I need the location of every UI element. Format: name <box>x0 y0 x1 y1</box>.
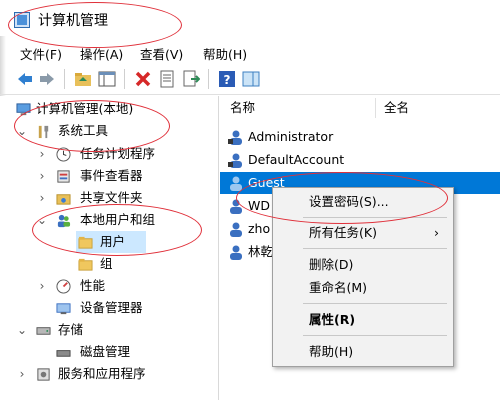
menu-item-all-tasks[interactable]: 所有任务(K) › <box>273 222 453 244</box>
clock-icon <box>56 147 71 162</box>
show-action-pane-icon[interactable] <box>242 70 260 88</box>
export-list-icon[interactable] <box>182 70 200 88</box>
tree-label-task-scheduler: 任务计划程序 <box>80 146 156 161</box>
menu-separator <box>303 217 447 218</box>
menu-separator <box>303 248 447 249</box>
toolbar-separator <box>64 69 65 89</box>
tree-label-local-users-groups: 本地用户和组 <box>80 212 156 227</box>
services-icon <box>37 368 50 381</box>
toolbar-separator <box>124 69 125 89</box>
console-tree: 计算机管理(本地) ⌄ 系统工具 › 任务计划程序 › 事件查看器 › 共享文件… <box>0 96 219 400</box>
user-name: WD <box>248 198 270 213</box>
user-icon <box>230 222 242 237</box>
tree-label-system-tools: 系统工具 <box>58 123 109 138</box>
column-header-fullname[interactable]: 全名 <box>384 96 409 120</box>
tree-label-storage: 存储 <box>58 322 84 337</box>
tree-item-local-users-groups[interactable]: ⌄ 本地用户和组 <box>0 209 218 231</box>
menu-item-set-password[interactable]: 设置密码(S)... <box>273 191 453 213</box>
list-item[interactable]: DefaultAccount <box>220 149 500 171</box>
show-hide-tree-icon[interactable] <box>98 70 116 88</box>
toolbar: ? <box>0 64 500 95</box>
chevron-right-icon[interactable]: › <box>16 363 28 385</box>
tree-item-services-apps[interactable]: › 服务和应用程序 <box>0 363 218 385</box>
user-name: DefaultAccount <box>248 152 345 167</box>
tree-label-performance: 性能 <box>80 278 106 293</box>
menu-bar: 文件(F) 操作(A) 查看(V) 帮助(H) <box>0 40 500 64</box>
chevron-right-icon[interactable]: › <box>36 275 48 297</box>
tools-icon <box>38 125 49 139</box>
folder-icon <box>78 258 93 271</box>
chevron-down-icon[interactable]: ⌄ <box>16 120 28 142</box>
users-group-icon <box>57 214 71 228</box>
user-name: Administrator <box>248 129 334 144</box>
tree-item-task-scheduler[interactable]: › 任务计划程序 <box>0 143 218 165</box>
tree-item-root[interactable]: 计算机管理(本地) <box>0 98 218 120</box>
forward-arrow-icon[interactable] <box>38 70 56 88</box>
menu-separator <box>303 335 447 336</box>
tree-item-storage[interactable]: ⌄ 存储 <box>0 319 218 341</box>
user-icon <box>230 199 242 214</box>
performance-icon <box>56 279 71 294</box>
event-viewer-icon <box>57 170 70 183</box>
column-divider[interactable] <box>375 98 376 118</box>
tree-label-event-viewer: 事件查看器 <box>80 168 143 183</box>
tree-item-users[interactable]: 用户 <box>76 231 146 253</box>
tree-item-shared-folders[interactable]: › 共享文件夹 <box>0 187 218 209</box>
delete-x-icon[interactable] <box>134 70 152 88</box>
window-title: 计算机管理 <box>38 13 108 29</box>
user-icon <box>230 176 242 191</box>
svg-text:?: ? <box>224 73 231 87</box>
chevron-right-icon: › <box>434 225 439 240</box>
chevron-right-icon[interactable]: › <box>36 187 48 209</box>
menu-item-properties[interactable]: 属性(R) <box>273 309 453 331</box>
menu-item-rename[interactable]: 重命名(M) <box>273 277 453 299</box>
computer-management-icon <box>16 103 31 116</box>
help-icon[interactable]: ? <box>218 70 236 88</box>
user-icon <box>228 130 242 145</box>
storage-icon <box>36 327 51 335</box>
tree-item-system-tools[interactable]: ⌄ 系统工具 <box>0 120 218 142</box>
menu-view[interactable]: 查看(V) <box>140 44 183 63</box>
list-item[interactable]: Administrator <box>220 126 500 148</box>
tree-label-device-manager: 设备管理器 <box>80 300 143 315</box>
user-icon <box>228 153 242 168</box>
column-header-name[interactable]: 名称 <box>230 96 255 120</box>
tree-label-users: 用户 <box>100 234 126 249</box>
computer-management-icon <box>14 12 30 28</box>
chevron-right-icon[interactable]: › <box>36 143 48 165</box>
tree-item-groups[interactable]: 组 <box>0 253 218 275</box>
disk-icon <box>56 350 71 357</box>
user-icon <box>230 245 242 260</box>
menu-file[interactable]: 文件(F) <box>20 44 62 63</box>
user-name: zho <box>248 221 271 236</box>
menu-separator <box>303 303 447 304</box>
tree-label-root: 计算机管理(本地) <box>36 101 134 116</box>
tree-label-disk-management: 磁盘管理 <box>80 344 131 359</box>
tree-item-disk-management[interactable]: 磁盘管理 <box>0 341 218 363</box>
chevron-down-icon[interactable]: ⌄ <box>16 319 28 341</box>
back-arrow-icon[interactable] <box>16 70 34 88</box>
context-menu: 设置密码(S)... 所有任务(K) › 删除(D) 重命名(M) 属性(R) … <box>272 187 454 367</box>
chevron-down-icon[interactable]: ⌄ <box>36 209 48 231</box>
menu-item-delete[interactable]: 删除(D) <box>273 254 453 276</box>
toolbar-separator <box>208 69 209 89</box>
chevron-right-icon[interactable]: › <box>36 165 48 187</box>
folder-icon <box>78 236 93 249</box>
tree-item-event-viewer[interactable]: › 事件查看器 <box>0 165 218 187</box>
menu-action[interactable]: 操作(A) <box>80 44 123 63</box>
tree-label-services-apps: 服务和应用程序 <box>58 366 146 381</box>
title-bar: 计算机管理 <box>0 0 500 36</box>
menu-help[interactable]: 帮助(H) <box>203 44 247 63</box>
shared-folder-icon <box>56 194 71 205</box>
up-folder-icon[interactable] <box>74 70 92 88</box>
tree-item-performance[interactable]: › 性能 <box>0 275 218 297</box>
tree-label-groups: 组 <box>100 256 113 271</box>
menu-item-help[interactable]: 帮助(H) <box>273 341 453 363</box>
properties-icon[interactable] <box>158 70 176 88</box>
tree-item-device-manager[interactable]: 设备管理器 <box>0 297 218 319</box>
tree-label-shared-folders: 共享文件夹 <box>80 190 143 205</box>
device-manager-icon <box>56 303 71 315</box>
user-name: 林乾 <box>248 244 274 259</box>
